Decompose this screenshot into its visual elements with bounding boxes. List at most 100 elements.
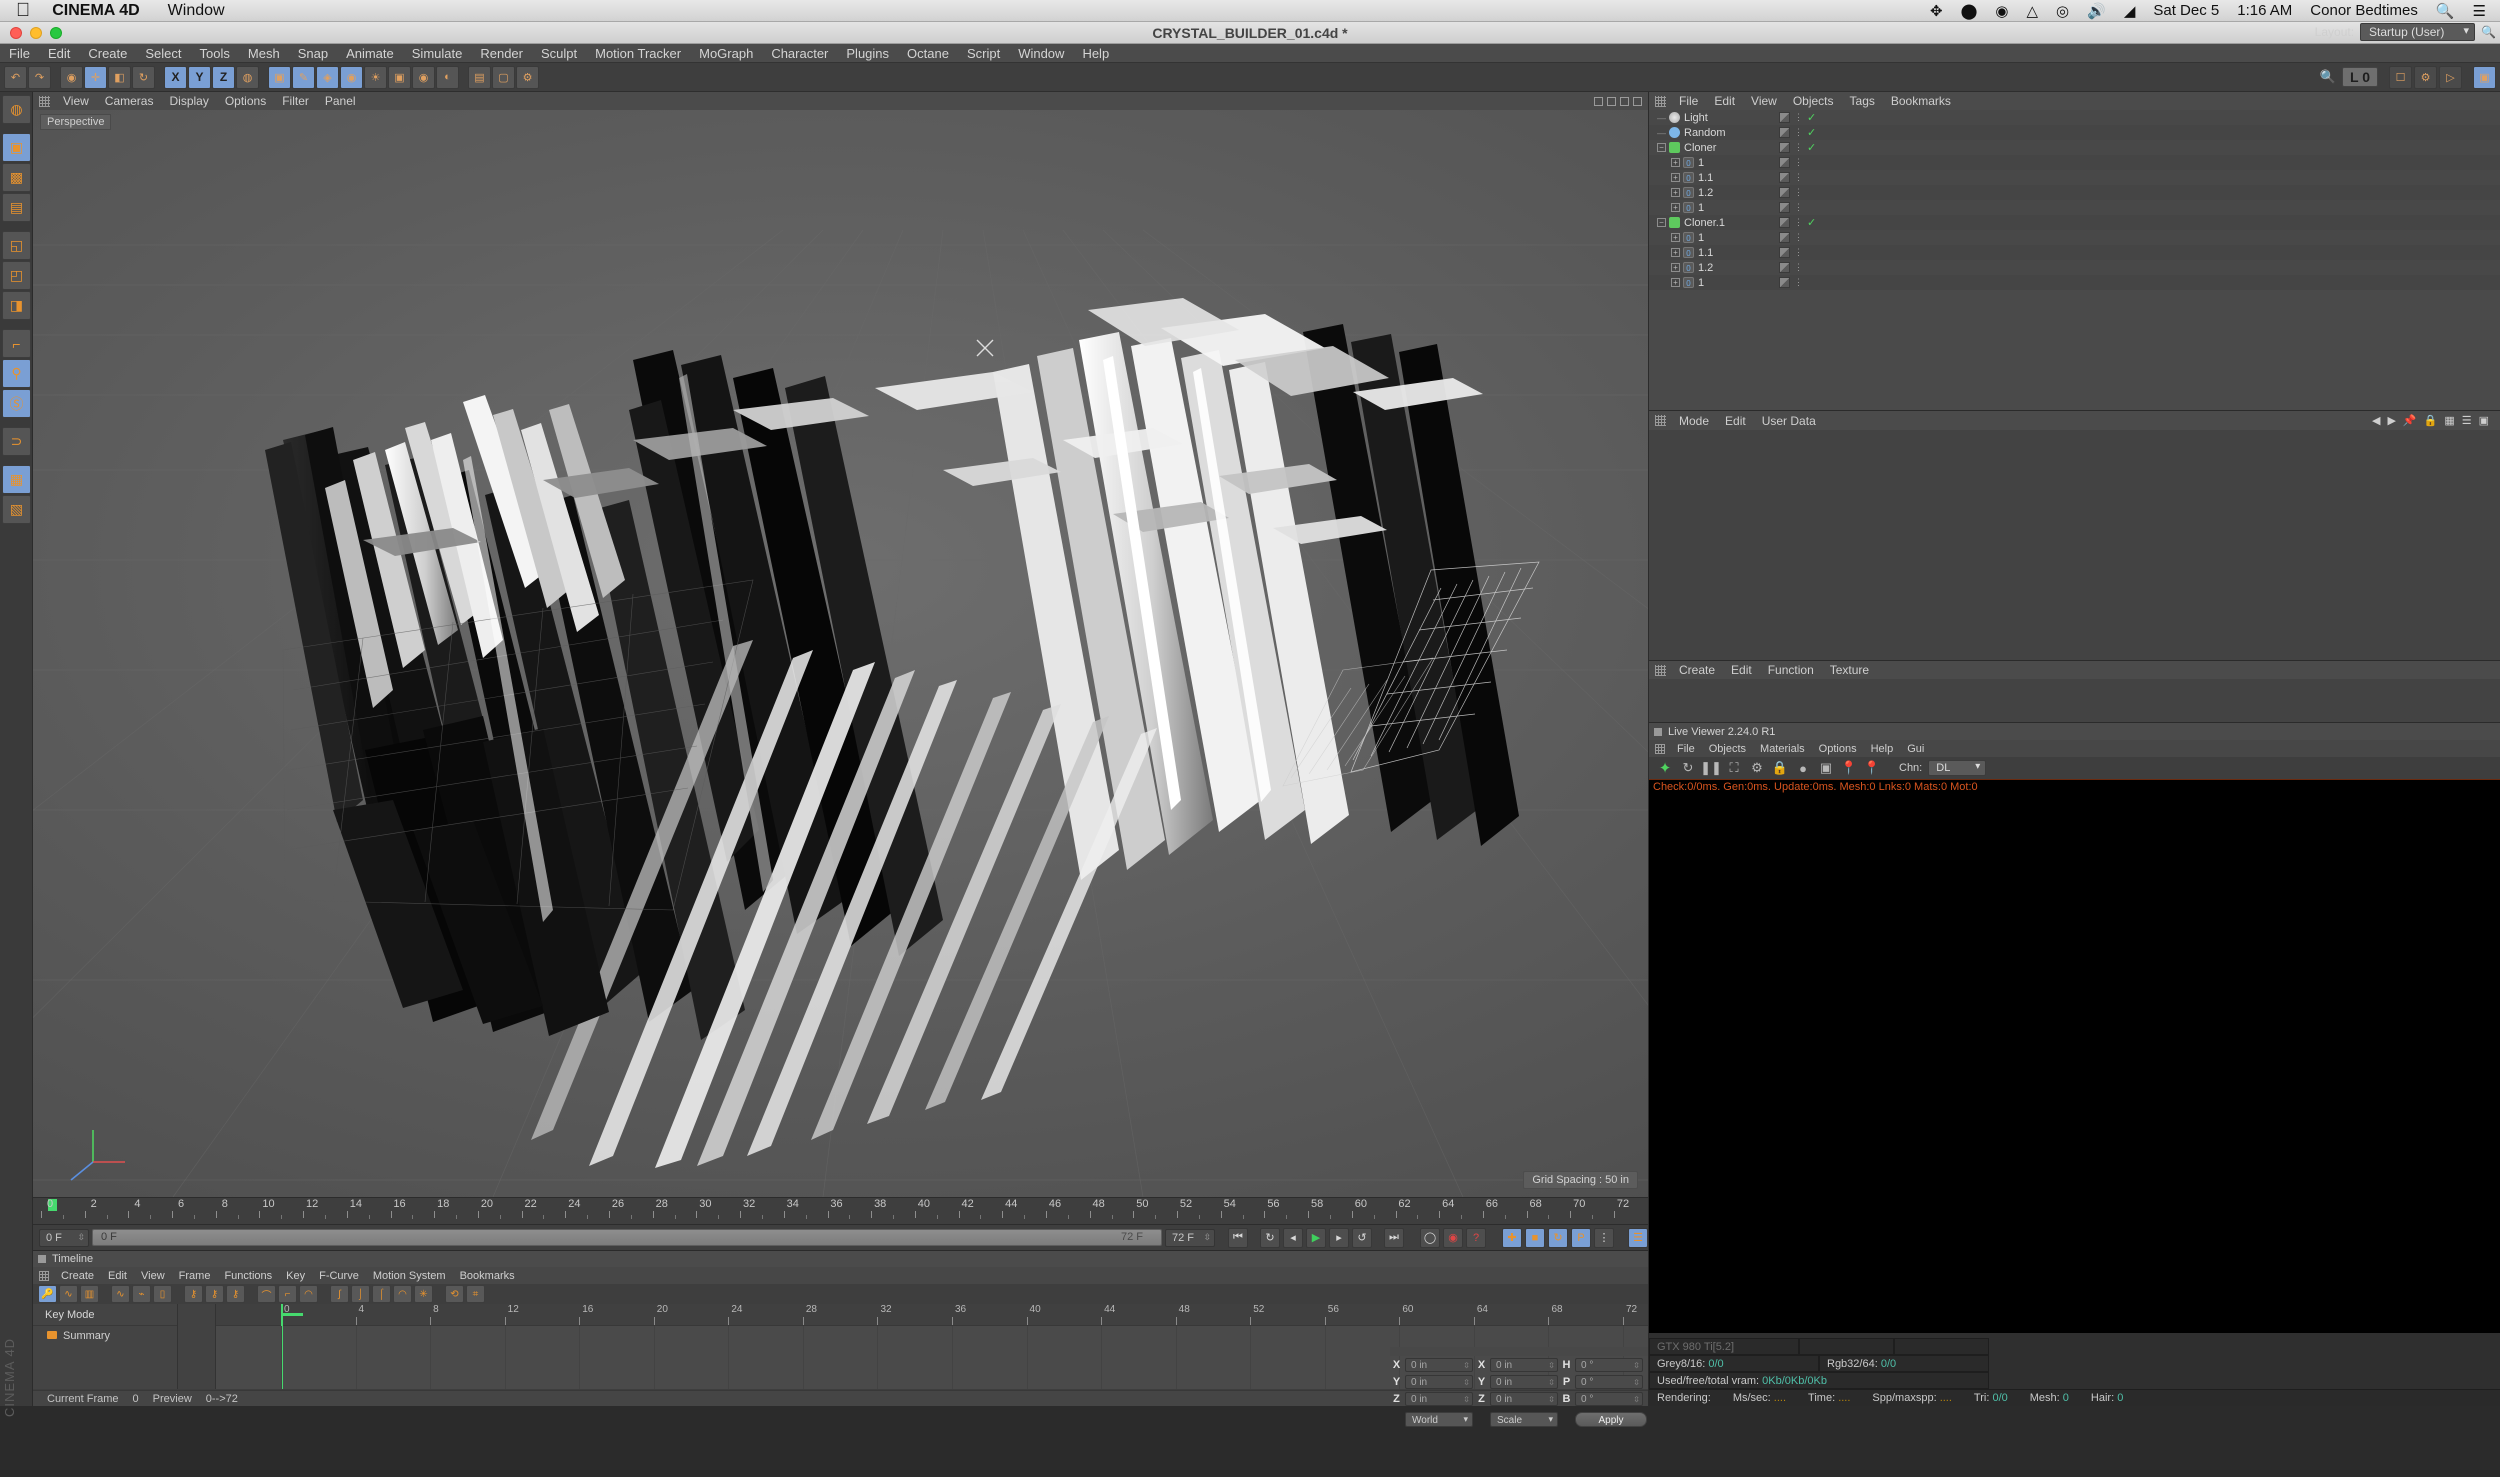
fcurve-mode-icon[interactable]: ∿ (59, 1285, 78, 1303)
object-menu-bookmarks[interactable]: Bookmarks (1883, 94, 1959, 108)
expand-icon[interactable]: + (1671, 173, 1680, 182)
record-points-button[interactable]: ⋮ (1594, 1227, 1614, 1248)
search-icon[interactable]: 🔍 (2436, 2, 2455, 20)
four-view-icon[interactable] (1620, 96, 1629, 106)
render-settings-icon[interactable]: ⚙ (2414, 65, 2437, 89)
object-row[interactable]: +0 1.2 ⋮ (1649, 185, 2500, 200)
object-row[interactable]: +0 1 ⋮ (1649, 275, 2500, 290)
axis-y-button[interactable]: Y (188, 65, 211, 89)
viewport-menu-view[interactable]: View (55, 94, 97, 108)
texture-mode-icon[interactable]: ▤ (2, 193, 31, 222)
layer-search-icon[interactable]: 🔍 (2320, 69, 2336, 85)
enable-axis-icon[interactable]: ⚲ (2, 359, 31, 388)
pause-icon[interactable]: ❚❚ (1700, 760, 1722, 776)
focus-pin-icon[interactable]: 📍 (1841, 760, 1857, 776)
timeline-ruler-strip[interactable]: 0 2 4 6 8 10 12 14 16 18 20 22 24 26 28 30 32 34 36 38 40 42 4… (33, 1197, 1648, 1224)
display-tag-icon[interactable] (1779, 247, 1790, 258)
play-button[interactable]: ▶ (1306, 1227, 1326, 1248)
timeline-grip-icon[interactable] (39, 1270, 49, 1281)
coordinate-mode-dropdown[interactable]: Scale (1490, 1411, 1558, 1427)
droplet-icon[interactable]: ⬤ (1961, 2, 1978, 20)
detail-view-icon[interactable]: ▣ (2479, 414, 2489, 427)
pos-x-field[interactable]: 0 in (1405, 1358, 1473, 1373)
object-row[interactable]: +0 1.1 ⋮ (1649, 170, 2500, 185)
channel-dropdown[interactable]: DL (1928, 760, 1987, 776)
redo-icon[interactable]: ↷ (28, 65, 51, 89)
ease-smooth-icon[interactable]: ◠ (299, 1285, 318, 1303)
content-browser-icon[interactable]: ▣ (2473, 65, 2496, 89)
current-frame-field[interactable]: 0 F (39, 1228, 89, 1247)
generator-icon[interactable]: ◈ (316, 65, 339, 89)
attribute-menu-user-data[interactable]: User Data (1754, 414, 1824, 428)
menu-item-character[interactable]: Character (762, 44, 837, 63)
end-frame-field[interactable]: 72 F (1165, 1228, 1215, 1247)
lock-icon[interactable]: 🔒 (2424, 414, 2438, 427)
apple-logo-icon[interactable]:  (16, 1, 30, 20)
collapse-icon[interactable]: − (1657, 218, 1666, 227)
expand-icon[interactable]: + (1671, 158, 1680, 167)
polygon-select-icon[interactable]: ◨ (2, 291, 31, 320)
live-viewer-render-canvas[interactable] (1649, 793, 2500, 1333)
make-editable-icon[interactable]: ▣ (2, 133, 31, 162)
axis-x-button[interactable]: X (164, 65, 187, 89)
magnet-icon[interactable]: ⊃ (2, 427, 31, 456)
menu-item-edit[interactable]: Edit (39, 44, 79, 63)
lock-icon[interactable]: 🔒 (1772, 760, 1788, 776)
object-row[interactable]: — Light ⋮ ✓ (1649, 110, 2500, 125)
viewport-menu-filter[interactable]: Filter (274, 94, 317, 108)
step-forward-button[interactable]: ▸ (1329, 1227, 1349, 1248)
ease-flat-icon[interactable]: ⌒ (257, 1285, 276, 1303)
object-menu-objects[interactable]: Objects (1785, 94, 1842, 108)
visibility-dots-icon[interactable]: ⋮ (1794, 112, 1803, 123)
expand-icon[interactable]: + (1671, 248, 1680, 257)
enabled-check-icon[interactable]: ✓ (1807, 216, 1816, 229)
render-view-icon[interactable]: ▷ (2439, 65, 2462, 89)
timeline-menu-bookmarks[interactable]: Bookmarks (453, 1270, 522, 1282)
curve-ease-out-icon[interactable]: ⌠ (372, 1285, 391, 1303)
step-back-button[interactable]: ◂ (1283, 1227, 1303, 1248)
enabled-check-icon[interactable]: ✓ (1807, 126, 1816, 139)
octane-tag-icon[interactable]: ◐ (436, 65, 459, 89)
timeline-menu-key[interactable]: Key (279, 1270, 312, 1282)
rot-p-field[interactable]: 0 ° (1575, 1375, 1643, 1390)
auto-key-icon[interactable]: ∿ (111, 1285, 130, 1303)
display-tag-icon[interactable] (1779, 172, 1790, 183)
menu-item-snap[interactable]: Snap (289, 44, 337, 63)
refresh-icon[interactable]: ↻ (1680, 760, 1696, 776)
keyframe-selection-button[interactable]: ☰ (1628, 1227, 1648, 1248)
pin-icon[interactable]: 📌 (2403, 414, 2417, 427)
live-viewer-menu-help[interactable]: Help (1864, 743, 1901, 755)
display-tag-icon[interactable] (1779, 202, 1790, 213)
menu-item-help[interactable]: Help (1073, 44, 1118, 63)
picture-viewer-icon[interactable]: ▣ (1818, 760, 1834, 776)
render-settings-icon2[interactable]: ⚙ (516, 65, 539, 89)
prev-key-button[interactable]: ↻ (1260, 1227, 1280, 1248)
axis-modify-icon[interactable]: ⌐ (2, 329, 31, 358)
goto-start-button[interactable]: ⏮ (1228, 1227, 1248, 1248)
object-row[interactable]: +0 1 ⋮ (1649, 200, 2500, 215)
menu-item-window[interactable]: Window (1009, 44, 1073, 63)
deformer-icon[interactable]: ◉ (340, 65, 363, 89)
record-button[interactable]: ◉ (1443, 1227, 1463, 1248)
goto-end-button[interactable]: ⏭ (1384, 1227, 1404, 1248)
material-menu-texture[interactable]: Texture (1822, 663, 1877, 677)
expand-icon[interactable]: + (1671, 233, 1680, 242)
visibility-dots-icon[interactable]: ⋮ (1794, 142, 1803, 153)
object-row[interactable]: +0 1 ⋮ (1649, 230, 2500, 245)
display-tag-icon[interactable] (1779, 262, 1790, 273)
workplane-lock-icon[interactable]: ▦ (2, 465, 31, 494)
timeline-menu-view[interactable]: View (134, 1270, 172, 1282)
back-arrow-icon[interactable]: ◀ (2372, 414, 2380, 427)
globe-icon[interactable]: ◍ (2, 95, 31, 124)
attribute-menu-mode[interactable]: Mode (1671, 414, 1717, 428)
object-row[interactable]: — Random ⋮ ✓ (1649, 125, 2500, 140)
layout-search-icon[interactable]: 🔍 (2481, 25, 2496, 39)
single-view-icon[interactable] (1594, 96, 1603, 106)
viewport-menu-display[interactable]: Display (161, 94, 216, 108)
object-manager-grip-icon[interactable] (1655, 95, 1666, 107)
apply-button[interactable]: Apply (1575, 1411, 1647, 1427)
menu-item-script[interactable]: Script (958, 44, 1009, 63)
render-region-icon[interactable]: ☐ (2389, 65, 2412, 89)
curve-spline-icon[interactable]: ✳ (414, 1285, 433, 1303)
menu-item-render[interactable]: Render (471, 44, 532, 63)
